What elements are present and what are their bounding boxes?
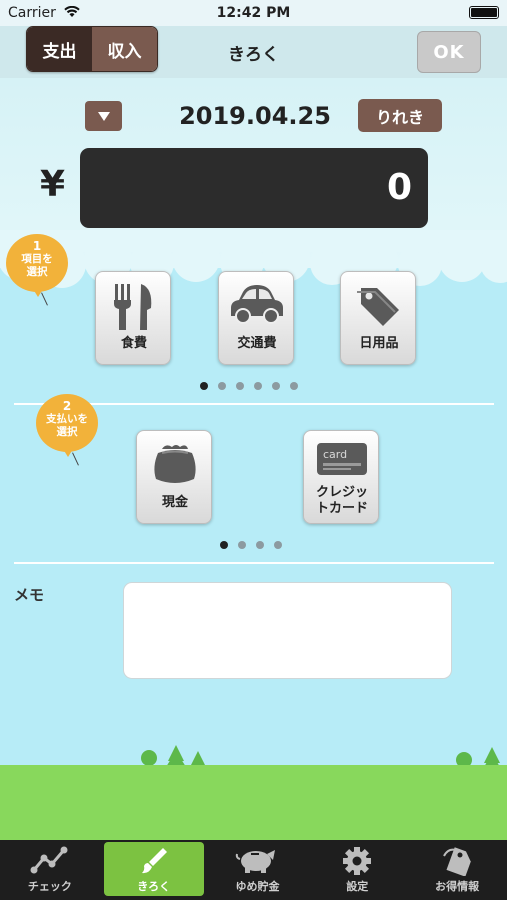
page-dot (290, 382, 298, 390)
step-2-line1: 支払いを (46, 413, 88, 425)
balloon-string (41, 292, 48, 306)
payment-credit-card-label: クレジッ トカード (304, 485, 380, 517)
brush-icon (104, 846, 204, 876)
memo-label: メモ (14, 586, 45, 604)
credit-card-icon: card (304, 441, 380, 481)
payment-credit-card-line1: クレジッ (315, 485, 368, 500)
car-icon (219, 282, 295, 332)
category-page-indicator[interactable] (200, 382, 298, 390)
step-2-line2: 選択 (56, 426, 78, 438)
tab-bar: チェック きろく ゆめ貯金 設定 お得情報 (0, 840, 507, 900)
tab-check-label: チェック (27, 880, 72, 893)
tag-icon (407, 846, 507, 876)
tab-record-label: きろく (137, 880, 171, 893)
clock: 12:42 PM (216, 5, 291, 21)
step-1-number: 1 (32, 239, 42, 253)
gear-icon (307, 846, 407, 876)
category-food[interactable]: 食費 (95, 271, 171, 365)
page-dot (218, 382, 226, 390)
page-dot (220, 541, 228, 549)
tab-dream-savings[interactable]: ゆめ貯金 (208, 840, 308, 900)
step-1-line2: 選択 (26, 266, 48, 278)
step-1-badge: 1 項目を 選択 (6, 234, 68, 292)
payment-cash-label: 現金 (161, 495, 188, 510)
page-dot (254, 382, 262, 390)
status-bar: Carrier 12:42 PM (0, 0, 507, 26)
page-dot (274, 541, 282, 549)
wallet-icon (137, 441, 213, 491)
payment-credit-card[interactable]: card クレジッ トカード (303, 430, 379, 524)
tab-settings[interactable]: 設定 (307, 840, 407, 900)
tab-deals-label: お得情報 (435, 880, 480, 893)
tab-record[interactable]: きろく (103, 842, 204, 896)
ok-button[interactable]: OK (417, 31, 481, 73)
amount-input[interactable]: 0 (80, 148, 428, 228)
chart-line-icon (0, 846, 100, 876)
triangle-down-icon (97, 111, 110, 121)
category-transport-label: 交通費 (237, 336, 277, 351)
category-transport[interactable]: 交通費 (218, 271, 294, 365)
price-tag-icon (341, 282, 417, 332)
page-dot (200, 382, 208, 390)
tab-dream-savings-label: ゆめ貯金 (235, 880, 280, 893)
card-text: card (323, 448, 347, 461)
date-display[interactable]: 2019.04.25 (140, 102, 370, 130)
navigation-bar: 支出 収入 きろく OK (0, 26, 507, 78)
category-daily-goods-label: 日用品 (359, 336, 399, 351)
step-1-line1: 項目を (21, 253, 53, 265)
fork-knife-icon (96, 282, 172, 332)
grass-ground (0, 765, 507, 840)
payment-credit-card-line2: トカード (315, 501, 368, 516)
balloon-string (72, 452, 79, 466)
step-2-badge: 2 支払いを 選択 (36, 394, 98, 452)
page-dot (238, 541, 246, 549)
section-divider (14, 562, 494, 564)
tab-deals[interactable]: お得情報 (407, 840, 507, 900)
memo-input[interactable] (123, 582, 452, 679)
history-button[interactable]: りれき (358, 99, 442, 132)
page-dot (236, 382, 244, 390)
category-food-label: 食費 (120, 336, 147, 351)
date-picker-toggle[interactable] (85, 101, 122, 131)
page-dot (256, 541, 264, 549)
battery-icon (469, 6, 499, 19)
currency-symbol: ¥ (40, 164, 66, 205)
category-daily-goods[interactable]: 日用品 (340, 271, 416, 365)
page-dot (272, 382, 280, 390)
piggy-bank-icon (208, 846, 308, 876)
step-2-number: 2 (62, 399, 72, 413)
payment-page-indicator[interactable] (220, 541, 282, 549)
tab-check[interactable]: チェック (0, 840, 100, 900)
tab-settings-label: 設定 (346, 880, 369, 893)
payment-cash[interactable]: 現金 (136, 430, 212, 524)
